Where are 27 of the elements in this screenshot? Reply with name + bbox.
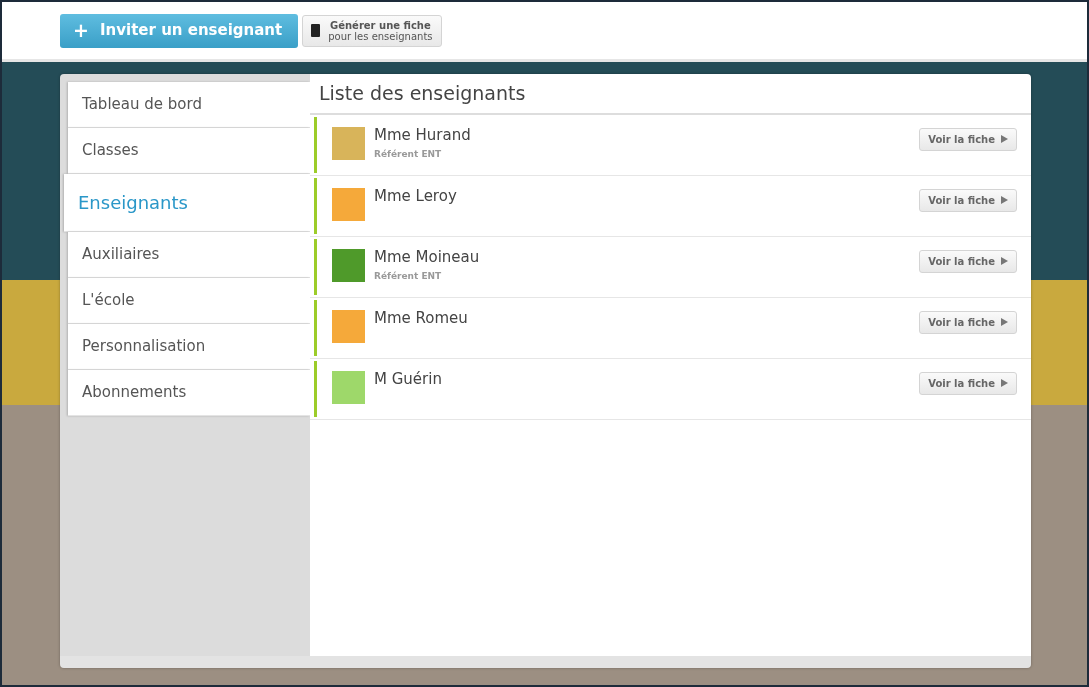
sidebar-item[interactable]: Tableau de bord xyxy=(68,82,310,128)
generate-sheet-button[interactable]: Générer une fiche pour les enseignants xyxy=(302,14,442,47)
teacher-name: Mme Hurand xyxy=(374,124,471,146)
teacher-name: Mme Leroy xyxy=(374,185,457,207)
teacher-name: Mme Romeu xyxy=(374,307,468,329)
sidebar-item[interactable]: Classes xyxy=(68,128,310,174)
play-icon xyxy=(1001,318,1008,327)
plus-icon: + xyxy=(72,21,90,40)
play-icon xyxy=(1001,196,1008,205)
teacher-name: M Guérin xyxy=(374,368,442,390)
teacher-name: Mme Moineau xyxy=(374,246,480,268)
view-sheet-button[interactable]: Voir la fiche xyxy=(919,188,1017,212)
view-sheet-button[interactable]: Voir la fiche xyxy=(919,127,1017,151)
teacher-role: Référent ENT xyxy=(374,148,443,162)
sidebar-item[interactable]: Abonnements xyxy=(68,370,310,416)
sidebar-item[interactable]: Personnalisation xyxy=(68,324,310,370)
view-sheet-button[interactable]: Voir la fiche xyxy=(919,249,1017,273)
play-icon xyxy=(1001,379,1008,388)
play-icon xyxy=(1001,257,1008,266)
sidebar-item[interactable]: Auxiliaires xyxy=(68,232,310,278)
play-icon xyxy=(1001,135,1008,144)
sidebar-item[interactable]: L'école xyxy=(68,278,310,324)
view-sheet-button[interactable]: Voir la fiche xyxy=(919,310,1017,334)
tablet-icon xyxy=(311,24,321,37)
teacher-role: Référent ENT xyxy=(374,270,443,284)
list-title: Liste des enseignants xyxy=(310,74,1031,115)
view-sheet-button[interactable]: Voir la fiche xyxy=(919,371,1017,395)
